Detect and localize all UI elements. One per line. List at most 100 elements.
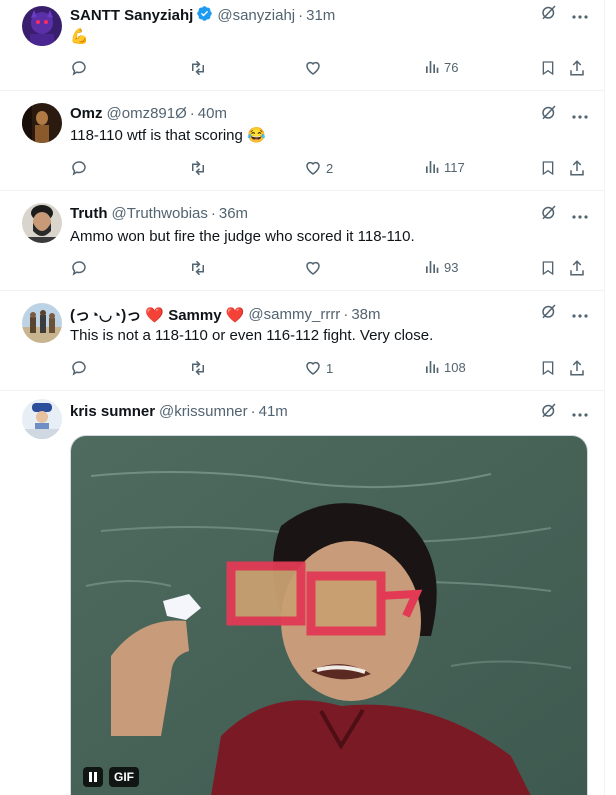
user-handle[interactable]: @sanyziahj xyxy=(217,7,295,24)
reply-icon xyxy=(72,261,86,276)
more-options-icon[interactable] xyxy=(572,206,588,223)
user-handle[interactable]: @krissumner xyxy=(159,403,248,420)
heart-icon xyxy=(306,61,320,75)
user-handle[interactable]: @omz891Ø xyxy=(107,105,187,122)
share-button[interactable] xyxy=(568,59,586,77)
avatar[interactable] xyxy=(22,203,62,243)
retweet-icon xyxy=(192,160,204,176)
views-button[interactable]: 117 xyxy=(424,159,465,175)
grok-icon[interactable] xyxy=(540,103,558,125)
avatar[interactable] xyxy=(22,399,62,439)
more-options-icon[interactable] xyxy=(572,6,588,23)
display-name[interactable]: (っ◔◡◔)っ ❤️ Sammy ❤️ xyxy=(70,304,244,325)
bookmark-button[interactable] xyxy=(540,359,556,377)
tweet-actions: 2 117 xyxy=(70,159,590,181)
views-icon xyxy=(426,361,439,373)
more-options-icon[interactable] xyxy=(572,404,588,421)
tweet-header: Omz @omz891Ø · 40m xyxy=(70,105,588,122)
tweet-text: 118-110 wtf is that scoring 😂 xyxy=(70,127,266,144)
retweet-button[interactable] xyxy=(188,359,208,377)
view-count: 108 xyxy=(444,359,466,375)
like-button[interactable]: 2 xyxy=(304,159,333,177)
tweet-text: 💪 xyxy=(70,28,89,45)
tweet[interactable]: SANTT Sanyziahj @sanyziahj · 31m 💪 76 xyxy=(0,0,604,91)
like-button[interactable] xyxy=(304,259,326,277)
views-icon xyxy=(426,61,439,73)
tweet-actions: 76 xyxy=(70,59,590,81)
grok-icon[interactable] xyxy=(540,3,558,25)
tweet-header: kris sumner @krissumner · 41m xyxy=(70,403,588,420)
reply-icon xyxy=(72,61,86,76)
timestamp[interactable]: 40m xyxy=(198,105,227,122)
bookmark-button[interactable] xyxy=(540,259,556,277)
retweet-button[interactable] xyxy=(188,59,208,77)
tweet[interactable]: Omz @omz891Ø · 40m 118-110 wtf is that s… xyxy=(0,91,604,191)
more-options-icon[interactable] xyxy=(572,305,588,322)
tweet[interactable]: Truth @Truthwobias · 36m Ammo won but fi… xyxy=(0,191,604,291)
heart-icon xyxy=(306,361,320,375)
like-count: 2 xyxy=(326,160,334,176)
avatar[interactable] xyxy=(22,6,62,46)
user-handle[interactable]: @Truthwobias xyxy=(112,205,208,222)
pause-button[interactable] xyxy=(83,767,103,787)
user-handle[interactable]: @sammy_rrrr xyxy=(248,306,340,323)
grok-icon[interactable] xyxy=(540,302,558,324)
timestamp[interactable]: 38m xyxy=(351,306,380,323)
tweet-actions: 93 xyxy=(70,259,590,281)
retweet-button[interactable] xyxy=(188,259,208,277)
display-name[interactable]: Omz xyxy=(70,105,103,122)
retweet-icon xyxy=(192,260,204,276)
retweet-icon xyxy=(192,360,204,376)
bookmark-icon xyxy=(542,361,554,376)
timeline-feed: SANTT Sanyziahj @sanyziahj · 31m 💪 76 Om… xyxy=(0,0,605,795)
bookmark-icon xyxy=(542,61,554,76)
display-name[interactable]: Truth xyxy=(70,205,108,222)
grok-icon[interactable] xyxy=(540,401,558,423)
heart-icon xyxy=(306,161,320,175)
share-button[interactable] xyxy=(568,359,586,377)
view-count: 76 xyxy=(444,59,459,75)
avatar[interactable] xyxy=(22,303,62,343)
like-button[interactable] xyxy=(304,59,326,77)
timestamp[interactable]: 41m xyxy=(259,403,288,420)
tweet-actions: 1 108 xyxy=(70,359,590,381)
bookmark-button[interactable] xyxy=(540,59,556,77)
display-name[interactable]: SANTT Sanyziahj xyxy=(70,7,193,24)
views-button[interactable]: 93 xyxy=(424,259,458,275)
views-button[interactable]: 108 xyxy=(424,359,466,375)
reply-button[interactable] xyxy=(70,159,88,177)
reply-button[interactable] xyxy=(70,359,88,377)
grok-icon[interactable] xyxy=(540,203,558,225)
display-name[interactable]: kris sumner xyxy=(70,403,155,420)
reply-button[interactable] xyxy=(70,259,88,277)
tweet-header: (っ◔◡◔)っ ❤️ Sammy ❤️ @sammy_rrrr · 38m xyxy=(70,304,588,325)
gif-badge: GIF xyxy=(109,767,139,787)
share-icon xyxy=(570,60,584,76)
retweet-button[interactable] xyxy=(188,159,208,177)
tweet[interactable]: (っ◔◡◔)っ ❤️ Sammy ❤️ @sammy_rrrr · 38m Th… xyxy=(0,291,604,391)
views-icon xyxy=(426,261,439,273)
timestamp[interactable]: 36m xyxy=(219,205,248,222)
share-icon xyxy=(570,160,584,176)
share-button[interactable] xyxy=(568,159,586,177)
tweet[interactable]: kris sumner @krissumner · 41m GIF xyxy=(0,387,604,795)
more-options-icon[interactable] xyxy=(572,106,588,123)
bookmark-button[interactable] xyxy=(540,159,556,177)
reply-button[interactable] xyxy=(70,59,88,77)
like-count: 1 xyxy=(326,360,334,376)
gif-media[interactable]: GIF xyxy=(70,435,588,795)
views-button[interactable]: 76 xyxy=(424,59,458,75)
retweet-icon xyxy=(192,60,204,76)
avatar[interactable] xyxy=(22,103,62,143)
view-count: 93 xyxy=(444,259,459,275)
tweet-text: This is not a 118-110 or even 116-112 fi… xyxy=(70,327,434,344)
heart-icon xyxy=(306,261,320,275)
bookmark-icon xyxy=(542,261,554,276)
views-icon xyxy=(426,161,439,173)
timestamp[interactable]: 31m xyxy=(306,7,335,24)
bookmark-icon xyxy=(542,161,554,176)
share-icon xyxy=(570,360,584,376)
like-button[interactable]: 1 xyxy=(304,359,333,377)
share-button[interactable] xyxy=(568,259,586,277)
gif-controls: GIF xyxy=(83,767,139,787)
